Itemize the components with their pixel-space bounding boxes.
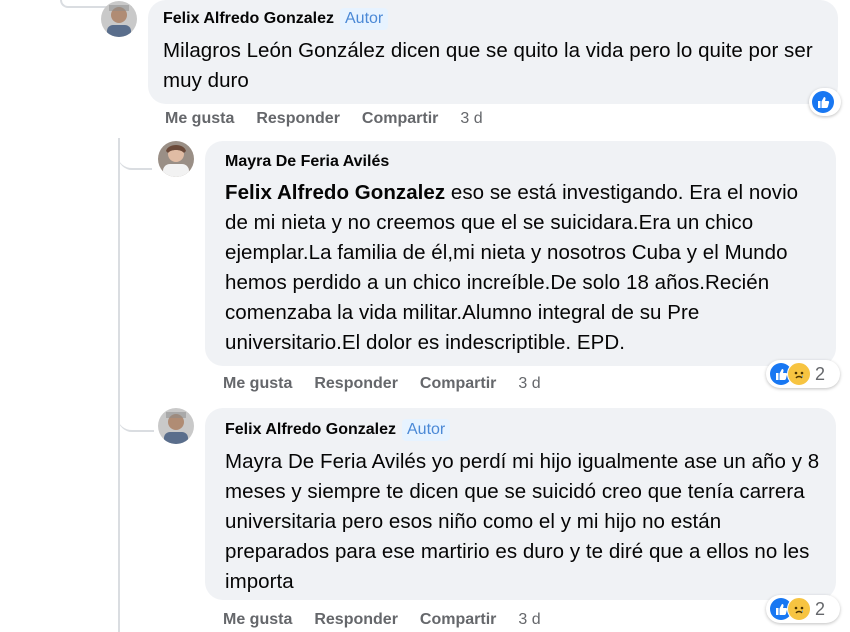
- mention-link[interactable]: Felix Alfredo Gonzalez: [225, 181, 445, 204]
- reaction-summary[interactable]: 2: [766, 360, 840, 388]
- share-button[interactable]: Compartir: [420, 611, 496, 628]
- comment-body: eso se está investigando. Era el novio d…: [225, 181, 799, 354]
- author-badge: Autor: [402, 419, 451, 441]
- reply-button[interactable]: Responder: [314, 375, 398, 392]
- like-button[interactable]: Me gusta: [223, 375, 292, 392]
- thread-branch-1: [118, 138, 152, 170]
- comment-bubble: Felix Alfredo Gonzalez Autor Mayra De Fer…: [205, 408, 836, 600]
- avatar[interactable]: [158, 408, 194, 444]
- reaction-summary[interactable]: 2: [766, 595, 840, 623]
- reaction-summary[interactable]: [809, 88, 841, 116]
- avatar[interactable]: [158, 141, 194, 177]
- like-button[interactable]: Me gusta: [223, 611, 292, 628]
- share-button[interactable]: Compartir: [420, 375, 496, 392]
- comment-actions: Me gusta Responder Compartir 3 d: [165, 109, 505, 129]
- like-button[interactable]: Me gusta: [165, 110, 234, 127]
- author-name[interactable]: Felix Alfredo Gonzalez: [225, 421, 396, 438]
- timestamp[interactable]: 3 d: [460, 110, 482, 127]
- reply-button[interactable]: Responder: [314, 611, 398, 628]
- comment-actions: Me gusta Responder Compartir 3 d: [223, 374, 563, 394]
- comment-text: Felix Alfredo Gonzalez eso se está inves…: [225, 178, 820, 358]
- thread-branch-2: [118, 400, 154, 432]
- comment-author-line: Felix Alfredo Gonzalez Autor: [225, 419, 816, 441]
- comment-text: Milagros León González dicen que se quit…: [163, 39, 813, 92]
- sad-icon: [787, 362, 811, 386]
- comment-bubble: Mayra De Feria Avilés Felix Alfredo Gonz…: [205, 141, 836, 366]
- reply-button[interactable]: Responder: [256, 110, 340, 127]
- avatar[interactable]: [101, 1, 137, 37]
- timestamp[interactable]: 3 d: [518, 611, 540, 628]
- comment-actions: Me gusta Responder Compartir 3 d: [223, 610, 563, 630]
- like-icon: [812, 91, 834, 113]
- share-button[interactable]: Compartir: [362, 110, 438, 127]
- sad-icon: [787, 597, 811, 621]
- reaction-count: 2: [815, 363, 826, 384]
- author-name[interactable]: Felix Alfredo Gonzalez: [163, 10, 334, 27]
- comment-bubble: Felix Alfredo Gonzalez Autor Milagros Leó…: [148, 0, 838, 104]
- comment-author-line: Felix Alfredo Gonzalez Autor: [163, 8, 823, 30]
- timestamp[interactable]: 3 d: [518, 375, 540, 392]
- comment-text: Mayra De Feria Avilés yo perdí mi hijo i…: [225, 450, 820, 593]
- reaction-count: 2: [815, 598, 826, 619]
- author-badge: Autor: [340, 8, 389, 30]
- author-name[interactable]: Mayra De Feria Avilés: [225, 152, 816, 172]
- thread-line-main: [118, 138, 120, 632]
